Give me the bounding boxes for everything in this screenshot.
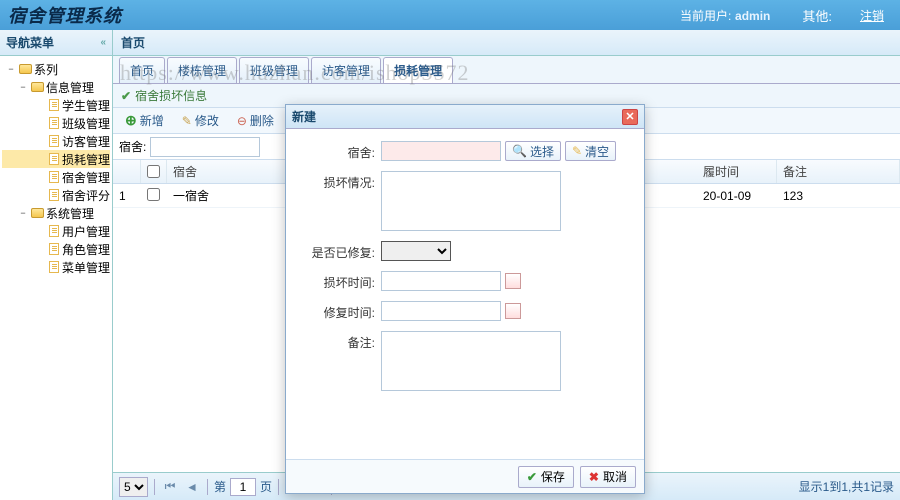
broom-icon: ✎	[572, 144, 582, 158]
select-button[interactable]: 🔍选择	[505, 141, 561, 161]
fixed-select[interactable]	[381, 241, 451, 261]
save-button[interactable]: ✔保存	[518, 466, 574, 488]
cross-icon: ✖	[589, 470, 599, 484]
clear-button[interactable]: ✎清空	[565, 141, 616, 161]
remark-label: 备注:	[296, 331, 381, 351]
create-modal: 新建 ✕ 宿舍: 🔍选择 ✎清空 损坏情况: 是否已修复: 损坏时间: 修复时间…	[285, 104, 645, 494]
modal-footer: ✔保存 ✖取消	[286, 459, 644, 493]
close-icon[interactable]: ✕	[622, 109, 638, 125]
fix-time-input[interactable]	[381, 301, 501, 321]
dorm-label: 宿舍:	[296, 141, 381, 161]
calendar-icon[interactable]	[505, 303, 521, 319]
fixed-label: 是否已修复:	[296, 241, 381, 261]
remark-textarea[interactable]	[381, 331, 561, 391]
damage-time-input[interactable]	[381, 271, 501, 291]
search-icon: 🔍	[512, 144, 527, 158]
modal-header[interactable]: 新建 ✕	[286, 105, 644, 129]
modal-form: 宿舍: 🔍选择 ✎清空 损坏情况: 是否已修复: 损坏时间: 修复时间: 备注:	[286, 129, 644, 459]
damage-label: 损坏情况:	[296, 171, 381, 191]
fix-time-label: 修复时间:	[296, 301, 381, 321]
modal-title: 新建	[292, 108, 316, 125]
dorm-input[interactable]	[381, 141, 501, 161]
cancel-button[interactable]: ✖取消	[580, 466, 636, 488]
damage-time-label: 损坏时间:	[296, 271, 381, 291]
damage-textarea[interactable]	[381, 171, 561, 231]
calendar-icon[interactable]	[505, 273, 521, 289]
check-icon: ✔	[527, 470, 537, 484]
